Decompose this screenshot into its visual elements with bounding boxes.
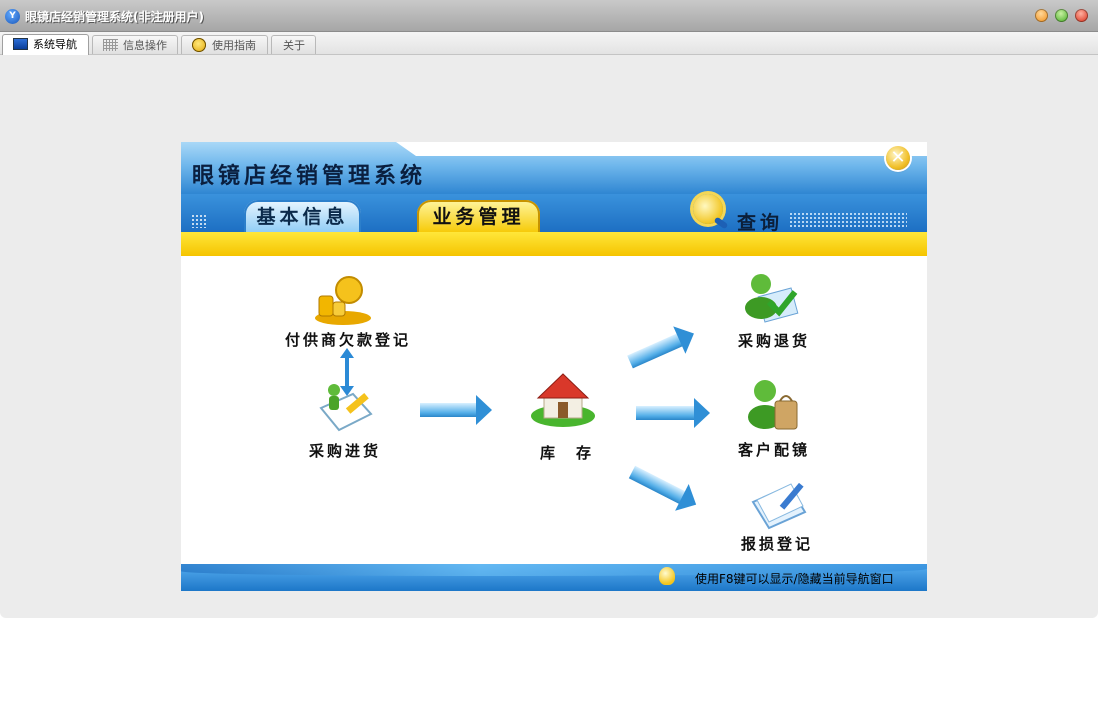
tab-business-management[interactable]: 业务管理 xyxy=(417,200,540,232)
notepad-icon[interactable] xyxy=(751,480,807,530)
navigation-panel: 眼镜店经销管理系统 ✕ 基本信息 业务管理 查询 付供商欠款登记 采购进货 库 … xyxy=(181,142,927,591)
coins-icon[interactable] xyxy=(313,274,373,326)
panel-title: 眼镜店经销管理系统 xyxy=(192,163,427,189)
customer-bag-icon[interactable] xyxy=(747,377,803,433)
app-window: Y 眼镜店经销管理系统(非注册用户) 系统导航 信息操作 使用指南 关于 眼镜店… xyxy=(0,0,1098,618)
footer-hint: 使用F8键可以显示/隐藏当前导航窗口 xyxy=(695,572,894,586)
tab-label: 系统导航 xyxy=(33,38,77,51)
panel-footer: 使用F8键可以显示/隐藏当前导航窗口 xyxy=(181,564,927,591)
app-logo-icon: Y xyxy=(5,9,20,24)
supplier-payment-label[interactable]: 付供商欠款登记 xyxy=(285,329,411,350)
panel-header: 眼镜店经销管理系统 ✕ 基本信息 业务管理 查询 xyxy=(181,142,927,232)
arrow-right-icon xyxy=(636,398,710,428)
lightbulb-icon xyxy=(659,567,675,585)
smiley-icon xyxy=(192,38,206,52)
window-title: 眼镜店经销管理系统(非注册用户) xyxy=(25,10,204,24)
purchase-return-label[interactable]: 采购退货 xyxy=(738,330,810,351)
tab-about[interactable]: 关于 xyxy=(271,35,316,54)
house-icon[interactable] xyxy=(530,370,596,428)
dots-decoration-icon xyxy=(191,214,207,228)
tab-info-operation[interactable]: 信息操作 xyxy=(92,35,178,54)
close-icon[interactable] xyxy=(1075,9,1088,22)
customer-fitting-label[interactable]: 客户配镜 xyxy=(738,439,810,460)
grid-icon xyxy=(103,39,118,51)
close-circle-icon[interactable]: ✕ xyxy=(886,146,910,170)
tab-bar: 系统导航 信息操作 使用指南 关于 xyxy=(0,32,1098,55)
arrow-right-icon xyxy=(420,395,492,425)
purchase-form-icon[interactable] xyxy=(317,378,373,432)
arrow-down-right-icon xyxy=(628,465,687,505)
tab-label: 信息操作 xyxy=(123,39,167,52)
tab-label: 关于 xyxy=(283,39,305,52)
inventory-label[interactable]: 库 存 xyxy=(540,442,594,463)
tab-user-guide[interactable]: 使用指南 xyxy=(181,35,268,54)
dots-decoration-icon xyxy=(789,212,907,228)
damage-register-label[interactable]: 报损登记 xyxy=(741,533,813,554)
tab-system-navigation[interactable]: 系统导航 xyxy=(2,34,89,55)
title-bar[interactable]: Y 眼镜店经销管理系统(非注册用户) xyxy=(0,0,1098,32)
maximize-icon[interactable] xyxy=(1055,9,1068,22)
tab-basic-info[interactable]: 基本信息 xyxy=(244,200,361,232)
arrow-up-right-icon xyxy=(627,332,685,369)
header-yellow-band xyxy=(181,232,927,256)
return-user-icon[interactable] xyxy=(743,270,799,324)
purchase-in-label[interactable]: 采购进货 xyxy=(309,440,381,461)
search-link[interactable]: 查询 xyxy=(737,208,783,232)
tab-label: 使用指南 xyxy=(212,39,256,52)
minimize-icon[interactable] xyxy=(1035,9,1048,22)
monitor-icon xyxy=(13,38,28,50)
